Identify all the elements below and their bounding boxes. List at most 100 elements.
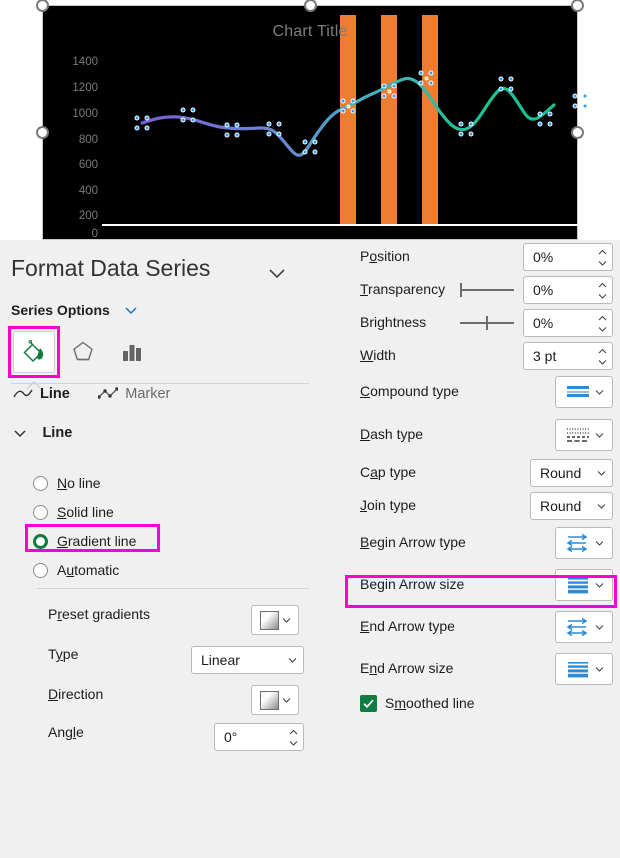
gradient-angle-spinner[interactable]: 0° <box>214 723 304 751</box>
end-arrow-size-label: End Arrow size <box>360 660 454 676</box>
resize-handle-middle-right[interactable] <box>571 126 584 139</box>
transparency-slider-knob[interactable] <box>460 283 462 297</box>
chevron-up-icon <box>598 315 606 320</box>
radio-solid-line[interactable]: Solid line <box>33 504 114 520</box>
chart-area: Chart Title 1400 1200 1000 800 600 400 2… <box>0 0 620 240</box>
compound-type-dropdown[interactable] <box>555 376 613 408</box>
chevron-down-icon <box>598 293 606 299</box>
transparency-slider[interactable] <box>460 283 514 297</box>
preset-gradients-dropdown[interactable] <box>251 605 299 635</box>
chevron-down-icon <box>598 359 606 365</box>
chevron-down-icon[interactable] <box>123 302 139 318</box>
subtab-line[interactable]: Line <box>13 386 70 402</box>
data-point-marker-selected[interactable] <box>381 83 397 99</box>
cap-type-row: Cap type Round <box>320 456 620 490</box>
tab-fill-and-line[interactable] <box>13 331 55 373</box>
begin-arrow-type-dropdown[interactable] <box>555 527 613 559</box>
begin-arrow-size-dropdown[interactable] <box>555 569 613 601</box>
chevron-down-icon <box>595 390 603 395</box>
brightness-row: Brightness 0% <box>320 306 620 340</box>
smoothed-line-checkbox[interactable] <box>360 695 377 712</box>
width-spinner[interactable]: 3 pt <box>523 342 613 370</box>
bar-chart-icon <box>123 345 141 361</box>
subtab-marker-label: Marker <box>125 385 171 402</box>
gradient-type-dropdown[interactable]: Linear <box>191 646 304 674</box>
paint-bucket-icon <box>23 340 44 363</box>
chevron-down-icon <box>595 667 603 672</box>
radio-no-line-label: No line <box>57 475 101 491</box>
tab-series-options[interactable] <box>111 331 153 373</box>
radio-indicator <box>33 475 48 491</box>
begin-arrow-type-row: Begin Arrow type <box>320 526 620 560</box>
dash-type-dropdown[interactable] <box>555 419 613 451</box>
chevron-down-icon[interactable] <box>266 262 288 284</box>
spinner-arrows[interactable] <box>596 312 608 334</box>
data-point-marker[interactable] <box>266 121 282 137</box>
line-series-path[interactable] <box>42 5 578 240</box>
spinner-arrows[interactable] <box>596 345 608 367</box>
gradient-type-row: Type Linear <box>0 640 320 674</box>
gradient-direction-dropdown[interactable] <box>251 685 299 715</box>
data-point-marker-selected[interactable] <box>340 98 356 114</box>
end-arrow-size-dropdown[interactable] <box>555 653 613 685</box>
position-label: Position <box>360 248 410 264</box>
data-point-marker[interactable] <box>302 139 318 155</box>
spinner-arrows[interactable] <box>596 246 608 268</box>
resize-handle-top-right[interactable] <box>571 0 584 12</box>
chevron-down-icon <box>288 658 297 663</box>
line-section-header[interactable]: Line <box>13 424 72 442</box>
chart-plot-area[interactable]: Chart Title 1400 1200 1000 800 600 400 2… <box>42 5 588 240</box>
brightness-slider[interactable] <box>460 316 514 330</box>
data-point-marker[interactable] <box>134 115 150 131</box>
chevron-up-icon <box>598 348 606 353</box>
cap-type-value: Round <box>540 465 582 481</box>
smoothed-line-row[interactable]: Smoothed line <box>320 688 620 722</box>
cap-type-dropdown[interactable]: Round <box>530 459 613 487</box>
chevron-down-icon <box>595 583 603 588</box>
radio-automatic[interactable]: Automatic <box>33 562 119 578</box>
tabstrip-divider <box>11 383 309 384</box>
data-point-marker-selected[interactable] <box>418 70 434 86</box>
dash-type-row: Dash type <box>320 418 620 452</box>
join-type-value: Round <box>540 498 582 514</box>
data-point-marker[interactable] <box>224 122 240 138</box>
position-spinner[interactable]: 0% <box>523 243 613 271</box>
spinner-arrows[interactable] <box>596 279 608 301</box>
radio-gradient-line[interactable]: Gradient line <box>33 533 136 549</box>
format-data-series-pane: Format Data Series Series Options Line M… <box>0 240 620 858</box>
chevron-down-icon <box>595 433 603 438</box>
data-point-marker[interactable] <box>458 121 474 137</box>
data-point-marker[interactable] <box>498 76 514 92</box>
series-options-header[interactable]: Series Options <box>11 301 139 319</box>
radio-no-line[interactable]: No line <box>33 475 101 491</box>
tab-effects[interactable] <box>62 331 104 373</box>
subtab-marker[interactable]: Marker <box>97 385 171 402</box>
tab-selected-caret <box>26 376 42 390</box>
gradient-angle-row: Angle 0° <box>0 718 320 751</box>
compound-type-row: Compound type <box>320 375 620 409</box>
chevron-down-icon <box>598 260 606 266</box>
data-point-marker[interactable] <box>180 107 196 123</box>
pane-title: Format Data Series <box>11 255 211 281</box>
chevron-down-icon[interactable] <box>13 426 27 440</box>
transparency-spinner[interactable]: 0% <box>523 276 613 304</box>
brightness-spinner[interactable]: 0% <box>523 309 613 337</box>
data-point-marker[interactable] <box>537 111 553 127</box>
brightness-slider-knob[interactable] <box>486 316 488 330</box>
spinner-arrows[interactable] <box>287 726 299 748</box>
brightness-label: Brightness <box>360 314 427 330</box>
series-options-label: Series Options <box>11 301 110 318</box>
dash-type-label: Dash type <box>360 426 424 442</box>
end-arrow-type-label: End Arrow type <box>360 618 455 634</box>
gradient-preview-swatch <box>259 610 279 630</box>
transparency-row: Transparency 0% <box>320 273 620 307</box>
end-arrow-type-dropdown[interactable] <box>555 611 613 643</box>
join-type-dropdown[interactable]: Round <box>530 492 613 520</box>
resize-handle-middle-left[interactable] <box>36 126 49 139</box>
chevron-up-icon <box>289 729 297 734</box>
radio-automatic-label: Automatic <box>57 562 120 578</box>
begin-arrow-size-label: Begin Arrow size <box>360 576 465 592</box>
chevron-down-icon <box>595 541 603 546</box>
data-point-marker[interactable] <box>572 93 588 109</box>
width-value: 3 pt <box>533 348 557 364</box>
